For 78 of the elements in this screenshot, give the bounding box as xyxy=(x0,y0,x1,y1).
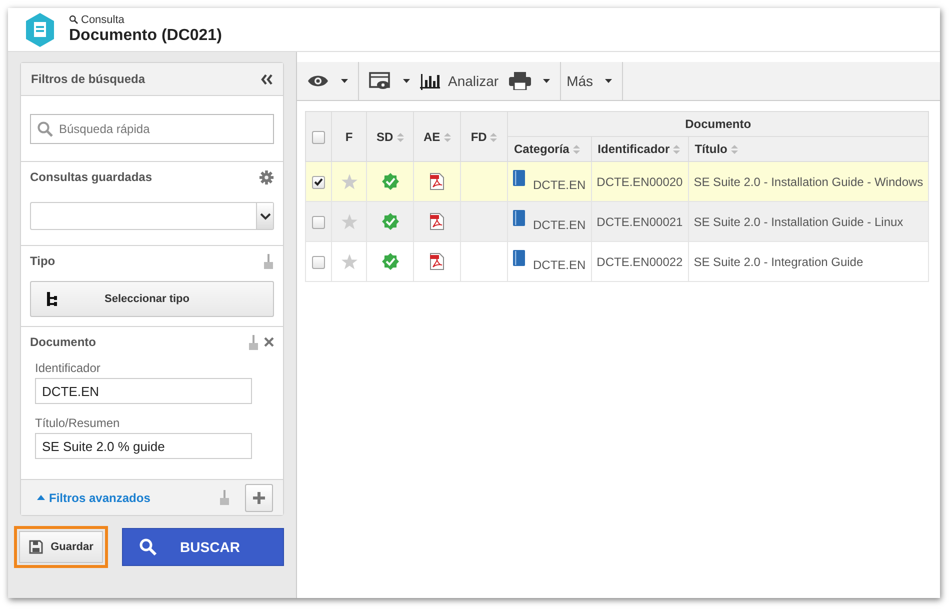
column-group-header: Documento xyxy=(685,117,752,131)
table-cell: DCTE.EN xyxy=(533,218,586,232)
select-all-checkbox[interactable] xyxy=(312,130,325,144)
bar-chart-icon xyxy=(420,72,440,90)
column-header[interactable]: AE xyxy=(423,130,440,144)
add-button[interactable] xyxy=(245,484,273,512)
caret-icon xyxy=(37,495,45,500)
section-label: Consultas guardadas xyxy=(30,170,152,184)
field-label: Título/Resumen xyxy=(35,416,121,430)
saved-query-dropdown[interactable] xyxy=(30,202,274,230)
section-label: Tipo xyxy=(30,254,56,268)
section-label: Documento xyxy=(30,335,96,349)
verified-badge-icon xyxy=(382,253,398,270)
sort-icon[interactable] xyxy=(730,145,738,154)
table-cell: SE Suite 2.0 - Installation Guide - Linux xyxy=(694,214,904,228)
book-icon xyxy=(513,250,525,266)
row-checkbox[interactable] xyxy=(312,216,325,229)
page-title: Documento (DC021) xyxy=(69,26,222,46)
sort-icon[interactable] xyxy=(572,145,580,154)
toolbar-button[interactable] xyxy=(307,74,348,88)
table-row[interactable]: DCTE.EN DCTE.EN00021 SE Suite 2.0 - Installation Guide - Linux xyxy=(306,202,929,242)
analyze-button[interactable]: Analizar xyxy=(420,72,499,90)
sort-icon[interactable] xyxy=(396,132,404,142)
row-checkbox[interactable] xyxy=(312,256,325,269)
verified-badge-icon xyxy=(382,213,398,230)
chevron-down-icon xyxy=(260,212,270,220)
search-button[interactable]: BUSCAR xyxy=(122,528,284,566)
star-icon[interactable] xyxy=(340,214,358,230)
toolbar-button[interactable] xyxy=(369,72,410,90)
book-icon xyxy=(513,210,525,226)
plus-icon xyxy=(253,492,265,504)
column-header[interactable]: Título xyxy=(694,142,728,156)
window-eye-icon xyxy=(369,72,391,90)
toolbar-button[interactable] xyxy=(508,72,550,90)
document-logo-icon xyxy=(25,12,55,46)
sort-icon[interactable] xyxy=(673,145,680,154)
sort-icon[interactable] xyxy=(444,132,450,142)
table-row[interactable]: DCTE.EN DCTE.EN00022 SE Suite 2.0 - Integration Guide xyxy=(306,242,929,282)
advanced-filters-link[interactable]: Filtros avanzados xyxy=(37,490,150,504)
field-label: Identificador xyxy=(35,361,102,375)
eye-icon xyxy=(307,74,329,88)
column-header[interactable]: FD xyxy=(470,130,487,144)
pdf-file-icon[interactable] xyxy=(430,173,444,190)
star-icon[interactable] xyxy=(340,254,358,270)
star-icon[interactable] xyxy=(340,174,358,190)
printer-icon xyxy=(508,72,531,90)
close-icon[interactable] xyxy=(264,337,274,347)
save-button[interactable]: Guardar xyxy=(19,531,103,563)
table-cell: SE Suite 2.0 - Integration Guide xyxy=(694,254,864,268)
collapse-icon[interactable] xyxy=(261,74,273,84)
column-header[interactable]: SD xyxy=(376,130,394,144)
verified-badge-icon xyxy=(382,173,398,190)
column-header[interactable]: F xyxy=(345,130,353,144)
breadcrumb: Consulta xyxy=(81,14,124,26)
table-cell: DCTE.EN00020 xyxy=(596,174,683,188)
row-checkbox[interactable] xyxy=(312,176,325,189)
sort-icon[interactable] xyxy=(490,132,498,142)
settings-icon[interactable] xyxy=(259,170,274,184)
tree-icon xyxy=(47,292,57,306)
table-cell: DCTE.EN00021 xyxy=(596,214,683,228)
table-cell: SE Suite 2.0 - Installation Guide - Windows xyxy=(694,174,924,188)
quick-search-field[interactable]: Búsqueda rápida xyxy=(30,114,274,144)
broom-icon[interactable] xyxy=(263,254,274,268)
table-row[interactable]: DCTE.EN DCTE.EN00020 SE Suite 2.0 - Installation Guide - Windows xyxy=(306,162,929,202)
pdf-file-icon[interactable] xyxy=(430,213,444,230)
broom-icon[interactable] xyxy=(248,334,259,350)
search-icon xyxy=(139,538,157,556)
broom-icon[interactable] xyxy=(219,490,230,505)
search-icon xyxy=(69,15,78,24)
input-field[interactable]: SE Suite 2.0 % guide xyxy=(35,433,252,459)
input-field[interactable]: DCTE.EN xyxy=(35,378,252,404)
select-type-button[interactable]: Seleccionar tipo xyxy=(30,281,274,317)
panel-title: Filtros de búsqueda xyxy=(31,72,146,86)
table-cell: DCTE.EN xyxy=(533,178,586,192)
book-icon xyxy=(513,170,525,186)
pdf-file-icon[interactable] xyxy=(430,253,444,270)
table-cell: DCTE.EN xyxy=(533,258,586,272)
table-cell: DCTE.EN00022 xyxy=(596,254,683,268)
